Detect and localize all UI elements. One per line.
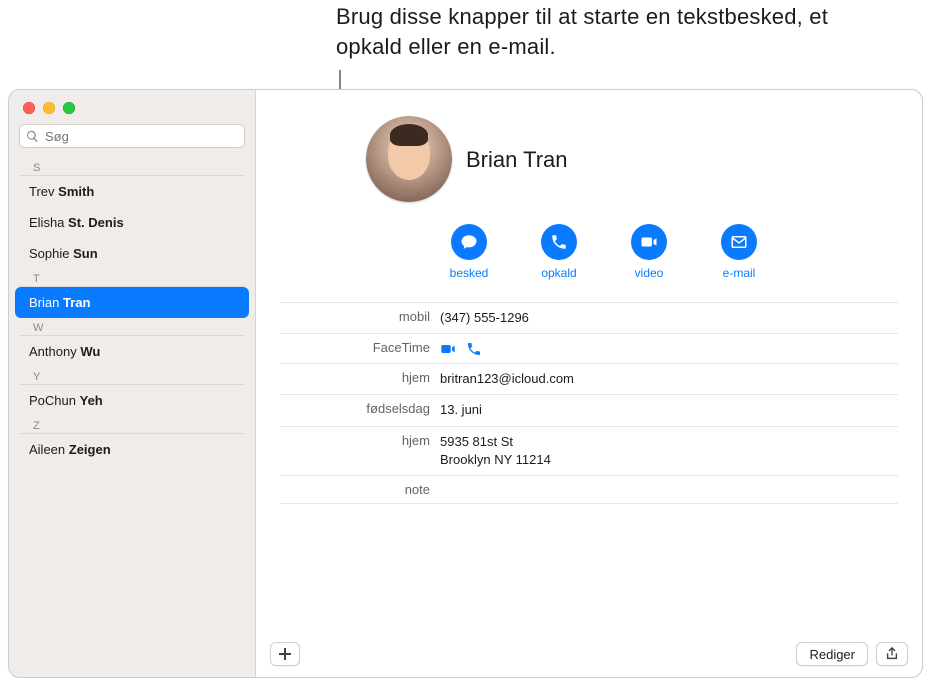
contact-last: Wu (80, 344, 100, 359)
search-field[interactable] (19, 124, 245, 148)
contacts-window: S Trev Smith Elisha St. Denis Sophie Sun… (8, 89, 923, 678)
section-header: Z (19, 416, 245, 434)
field-note[interactable]: note (280, 475, 898, 504)
zoom-window-button[interactable] (63, 102, 75, 114)
contact-last: Zeigen (69, 442, 111, 457)
plus-icon (279, 648, 291, 660)
field-value: (347) 555-1296 (440, 309, 529, 327)
help-caption: Brug disse knapper til at starte en teks… (336, 2, 896, 61)
list-item-selected[interactable]: Brian Tran (15, 287, 249, 318)
field-birthday[interactable]: fødselsdag 13. juni (280, 394, 898, 425)
contact-first: Trev (29, 184, 55, 199)
contact-first: Aileen (29, 442, 65, 457)
action-buttons: besked opkald video e-mail (256, 202, 922, 302)
contact-first: PoChun (29, 393, 76, 408)
message-icon (460, 233, 478, 251)
contact-card: Brian Tran besked opkald video e-mail m (256, 90, 922, 677)
list-item[interactable]: Anthony Wu (15, 336, 249, 367)
list-item[interactable]: PoChun Yeh (15, 385, 249, 416)
section-header: W (19, 318, 245, 336)
contact-first: Elisha (29, 215, 64, 230)
contact-fields: mobil (347) 555-1296 FaceTime hjem britr… (256, 302, 922, 504)
list-item[interactable]: Elisha St. Denis (15, 207, 249, 238)
address-line2: Brooklyn NY 11214 (440, 451, 551, 469)
address-line1: 5935 81st St (440, 433, 551, 451)
share-icon (885, 647, 899, 661)
field-label: hjem (280, 433, 440, 448)
edit-button[interactable]: Rediger (796, 642, 868, 666)
edit-label: Rediger (809, 647, 855, 662)
video-icon (640, 233, 658, 251)
field-mobile[interactable]: mobil (347) 555-1296 (280, 302, 898, 333)
facetime-audio-icon[interactable] (466, 341, 482, 357)
contact-first: Anthony (29, 344, 77, 359)
field-facetime[interactable]: FaceTime (280, 333, 898, 363)
minimize-window-button[interactable] (43, 102, 55, 114)
field-label: fødselsdag (280, 401, 440, 416)
field-home-address[interactable]: hjem 5935 81st St Brooklyn NY 11214 (280, 426, 898, 475)
field-label: hjem (280, 370, 440, 385)
section-header: S (19, 158, 245, 176)
list-item[interactable]: Sophie Sun (15, 238, 249, 269)
bottom-toolbar: Rediger (256, 631, 922, 677)
share-button[interactable] (876, 642, 908, 666)
video-label: video (635, 266, 664, 280)
section-header: Y (19, 367, 245, 385)
close-window-button[interactable] (23, 102, 35, 114)
contact-last: Tran (63, 295, 90, 310)
contact-last: Yeh (80, 393, 103, 408)
field-value: 13. juni (440, 401, 482, 419)
contact-first: Brian (29, 295, 59, 310)
field-label: note (280, 482, 440, 497)
search-icon (26, 130, 39, 143)
contact-last: St. Denis (68, 215, 124, 230)
field-value: 5935 81st St Brooklyn NY 11214 (440, 433, 551, 469)
message-button[interactable]: besked (446, 224, 492, 280)
call-label: opkald (541, 266, 576, 280)
field-value: britran123@icloud.com (440, 370, 574, 388)
video-button[interactable]: video (626, 224, 672, 280)
contact-first: Sophie (29, 246, 69, 261)
contact-last: Sun (73, 246, 98, 261)
list-item[interactable]: Trev Smith (15, 176, 249, 207)
phone-icon (550, 233, 568, 251)
contact-last: Smith (58, 184, 94, 199)
field-home-email[interactable]: hjem britran123@icloud.com (280, 363, 898, 394)
call-button[interactable]: opkald (536, 224, 582, 280)
contacts-list: S Trev Smith Elisha St. Denis Sophie Sun… (9, 156, 255, 677)
search-input[interactable] (45, 129, 238, 144)
list-item[interactable]: Aileen Zeigen (15, 434, 249, 465)
email-label: e-mail (723, 266, 756, 280)
message-label: besked (450, 266, 489, 280)
section-header: T (19, 269, 245, 287)
contact-name: Brian Tran (466, 145, 568, 173)
field-label: FaceTime (280, 340, 440, 355)
facetime-video-icon[interactable] (440, 341, 456, 357)
email-button[interactable]: e-mail (716, 224, 762, 280)
add-button[interactable] (270, 642, 300, 666)
field-label: mobil (280, 309, 440, 324)
mail-icon (730, 233, 748, 251)
window-controls (9, 90, 255, 124)
sidebar: S Trev Smith Elisha St. Denis Sophie Sun… (9, 90, 256, 677)
avatar[interactable] (366, 116, 452, 202)
